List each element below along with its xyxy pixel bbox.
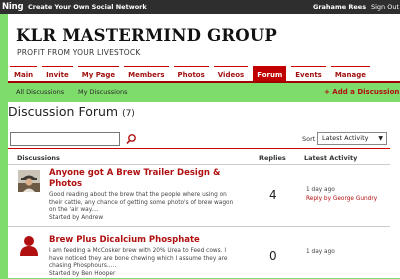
started-by[interactable]: Started by Ben Hooper [49, 271, 115, 277]
site-subtitle: PROFIT FROM YOUR LIVESTOCK [17, 48, 141, 57]
nav-photos[interactable]: Photos [173, 66, 209, 82]
page-title: Discussion Forum (7) [8, 104, 135, 119]
row-divider [8, 226, 390, 227]
ning-logo[interactable]: Ning [0, 2, 28, 12]
nav-manage[interactable]: Manage [330, 66, 370, 82]
avatar[interactable] [18, 170, 40, 192]
nav-videos[interactable]: Videos [213, 66, 249, 82]
sign-out-link[interactable]: Sign Out [371, 3, 399, 11]
top-bar: Ning Create Your Own Social Network Grah… [0, 0, 400, 14]
site-title[interactable]: KLR MASTERMIND GROUP [16, 26, 277, 45]
forum-title: Discussion Forum [8, 104, 119, 119]
discussion-count: (7) [122, 109, 135, 119]
discussion-title-link[interactable]: Anyone got A Brew Trailer Design & Photo… [49, 168, 220, 189]
discussion-title-link[interactable]: Brew Plus Dicalcium Phosphate [49, 235, 200, 246]
nav-members[interactable]: Members [124, 66, 169, 82]
forum-subnav: All Discussions My Discussions [16, 88, 127, 96]
discussion-excerpt: Good reading about the brew that the peo… [49, 192, 234, 213]
row-divider [8, 164, 390, 165]
reply-count: 0 [269, 249, 277, 263]
chevron-down-icon: ▼ [378, 135, 383, 142]
nav-events[interactable]: Events [291, 66, 326, 82]
table-header-rule [8, 148, 390, 149]
main-nav: Main Invite My Page Members Photos Video… [10, 66, 400, 82]
latest-activity-time: 1 day ago [306, 249, 335, 255]
search-icon[interactable] [125, 133, 137, 145]
sort-select-value: Latest Activity [322, 134, 369, 142]
avatar[interactable] [18, 234, 40, 256]
nav-my-page[interactable]: My Page [77, 66, 120, 82]
discussion-excerpt: I am feeding a McCosker brew with 20% Ur… [49, 248, 228, 269]
sort-select[interactable]: Latest Activity ▼ [317, 132, 387, 145]
col-latest-activity: Latest Activity [304, 154, 358, 162]
reply-by-link[interactable]: Reply by George Gundry [306, 196, 377, 202]
col-replies: Replies [259, 154, 286, 162]
latest-activity-time: 1 day ago [306, 187, 335, 193]
add-discussion-link[interactable]: + Add a Discussion [324, 88, 399, 96]
all-discussions-link[interactable]: All Discussions [16, 88, 64, 96]
search-input[interactable] [10, 132, 120, 146]
user-name-link[interactable]: Grahame Rees [313, 3, 366, 11]
nav-invite[interactable]: Invite [42, 66, 73, 82]
my-discussions-link[interactable]: My Discussions [78, 88, 127, 96]
create-network-link[interactable]: Create Your Own Social Network [28, 3, 147, 11]
nav-forum[interactable]: Forum [253, 66, 287, 82]
reply-count: 4 [269, 188, 277, 202]
started-by[interactable]: Started by Andrew [49, 215, 103, 221]
nav-main[interactable]: Main [10, 66, 38, 82]
col-discussions: Discussions [17, 154, 60, 162]
